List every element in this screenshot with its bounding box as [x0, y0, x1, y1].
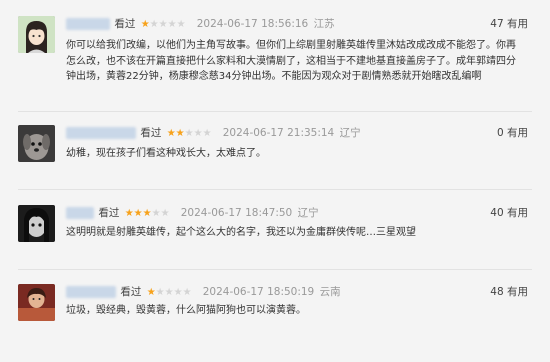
comment-text: 垃圾，毁经典，毁黄蓉，什么阿猫阿狗也可以演黄蓉。 — [66, 305, 306, 316]
star-icon: ★ — [202, 128, 212, 139]
watch-status: 看过 — [98, 207, 120, 219]
username-redacted[interactable] — [66, 286, 116, 298]
star-icon: ★ — [124, 208, 134, 219]
star-icon: ★ — [142, 208, 152, 219]
comment-meta: 看过 ★★★★★ 2024-06-17 18:50:19 云南 — [66, 284, 341, 300]
comment-location: 江苏 — [313, 18, 335, 30]
star-icon: ★ — [160, 208, 170, 219]
divider — [18, 189, 532, 190]
comment-meta: 看过 ★★★★★ 2024-06-17 18:47:50 辽宁 — [66, 205, 319, 221]
star-icon: ★ — [182, 287, 192, 298]
star-icon: ★ — [166, 128, 176, 139]
comment-location: 辽宁 — [339, 127, 361, 139]
star-icon: ★ — [140, 19, 150, 30]
star-icon: ★ — [184, 128, 194, 139]
watch-status: 看过 — [114, 18, 136, 30]
comment-location: 辽宁 — [297, 207, 319, 219]
watch-status: 看过 — [140, 127, 162, 139]
comment-time: 2024-06-17 18:56:16 — [196, 18, 309, 30]
comment-text: 这明明就是射雕英雄传，起个这么大的名字，我还以为金庸群侠传呢…三星观望 — [66, 227, 416, 238]
comment-time: 2024-06-17 21:35:14 — [222, 127, 335, 139]
useful-vote-button[interactable]: 40 有用 — [490, 205, 528, 221]
useful-vote-button[interactable]: 48 有用 — [490, 284, 528, 300]
star-icon: ★ — [176, 19, 186, 30]
star-rating: ★★★★★ — [141, 19, 189, 30]
comment-meta: 看过 ★★★★★ 2024-06-17 18:56:16 江苏 — [66, 16, 335, 32]
comment-feed: 看过 ★★★★★ 2024-06-17 18:56:16 江苏 47 有用 你可… — [0, 0, 550, 362]
username-redacted[interactable] — [66, 127, 136, 139]
user-avatar[interactable] — [18, 125, 55, 162]
star-icon: ★ — [149, 19, 159, 30]
divider — [18, 111, 532, 112]
user-avatar[interactable] — [18, 16, 55, 53]
divider — [18, 269, 532, 270]
user-avatar[interactable] — [18, 205, 55, 242]
star-icon: ★ — [193, 128, 203, 139]
comment-time: 2024-06-17 18:47:50 — [180, 207, 293, 219]
comment-text: 幼稚，现在孩子们看这种戏长大，太难点了。 — [66, 148, 266, 159]
star-icon: ★ — [158, 19, 168, 30]
star-icon: ★ — [151, 208, 161, 219]
watch-status: 看过 — [120, 286, 142, 298]
dog-avatar-icon — [18, 125, 55, 162]
star-icon: ★ — [167, 19, 177, 30]
comment-location: 云南 — [319, 286, 341, 298]
useful-vote-button[interactable]: 47 有用 — [490, 16, 528, 32]
dark-portrait-icon — [18, 205, 55, 242]
anime-portrait-icon — [18, 16, 55, 53]
comment-time: 2024-06-17 18:50:19 — [202, 286, 315, 298]
star-rating: ★★★★★ — [167, 128, 215, 139]
star-rating: ★★★★★ — [147, 287, 195, 298]
star-icon: ★ — [133, 208, 143, 219]
star-icon: ★ — [173, 287, 183, 298]
star-icon: ★ — [164, 287, 174, 298]
comment-meta: 看过 ★★★★★ 2024-06-17 21:35:14 辽宁 — [66, 125, 361, 141]
useful-vote-button[interactable]: 0 有用 — [497, 125, 528, 141]
star-icon: ★ — [155, 287, 165, 298]
photo-avatar-icon — [18, 284, 55, 321]
username-redacted[interactable] — [66, 18, 110, 30]
star-rating: ★★★★★ — [125, 208, 173, 219]
star-icon: ★ — [175, 128, 185, 139]
user-avatar[interactable] — [18, 284, 55, 321]
comment-text: 你可以给我们改编，以他们为主角写故事。但你们上综剧里射雕英雄传里沐姑改成改成不能… — [66, 40, 516, 82]
star-icon: ★ — [146, 287, 156, 298]
username-redacted[interactable] — [66, 207, 94, 219]
